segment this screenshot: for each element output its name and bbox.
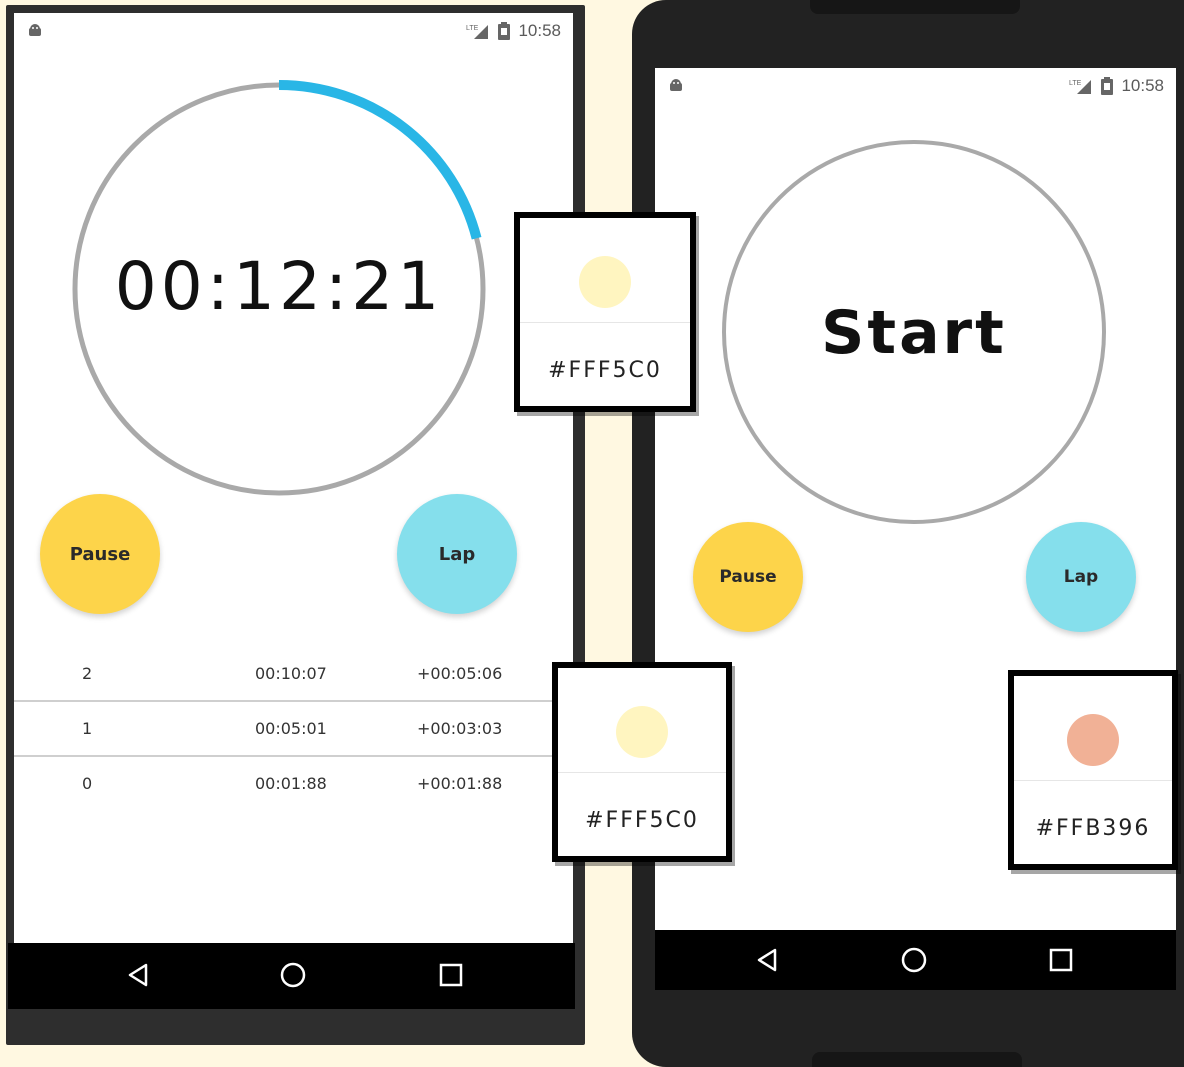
swatch-color-dot [579, 256, 631, 308]
lap-split: +00:01:88 [417, 774, 503, 793]
timer-progress-arc [278, 80, 482, 240]
lap-button[interactable]: Lap [397, 494, 517, 614]
pause-button[interactable]: Pause [40, 494, 160, 614]
status-time: 10:58 [518, 21, 561, 40]
lap-list: 2 00:10:07 +00:05:06 1 00:05:01 +00:03:0… [14, 646, 573, 816]
recents-icon[interactable] [438, 961, 464, 989]
back-icon[interactable] [755, 946, 779, 974]
status-bar: LTE 10:58 [655, 68, 1176, 108]
lap-time: 00:05:01 [255, 719, 327, 738]
svg-text:LTE: LTE [466, 25, 479, 32]
timer-display: 00:12:21 [114, 248, 444, 325]
lap-button[interactable]: Lap [1026, 522, 1136, 632]
lap-split: +00:03:03 [417, 719, 503, 738]
lap-split: +00:05:06 [417, 664, 503, 683]
color-swatch-callout: #FFF5C0 [514, 212, 696, 412]
phone-speaker [810, 0, 1020, 14]
swatch-divider [520, 322, 690, 323]
pause-button[interactable]: Pause [693, 522, 803, 632]
lap-time: 00:01:88 [255, 774, 327, 793]
swatch-divider [1014, 780, 1172, 781]
color-swatch-callout: #FFF5C0 [552, 662, 732, 862]
color-swatch-callout: #FFB396 [1008, 670, 1178, 870]
swatch-color-dot [616, 706, 668, 758]
swatch-hex-label: #FFF5C0 [585, 808, 699, 833]
android-icon [29, 24, 41, 36]
android-icon [670, 79, 682, 91]
battery-icon [1101, 77, 1114, 95]
lap-number: 0 [82, 774, 93, 793]
phone-speaker [812, 1052, 1022, 1067]
recents-icon[interactable] [1048, 946, 1074, 974]
lap-row: 1 00:05:01 +00:03:03 [14, 701, 573, 755]
lte-signal-icon: LTE [466, 25, 489, 39]
lte-signal-icon: LTE [1069, 80, 1092, 94]
lap-number: 1 [82, 719, 93, 738]
navigation-bar [655, 930, 1176, 990]
swatch-hex-label: #FFB396 [1035, 816, 1151, 841]
start-button[interactable]: Start [720, 298, 1108, 368]
home-icon[interactable] [900, 946, 928, 974]
swatch-hex-label: #FFF5C0 [548, 358, 662, 383]
lap-row: 0 00:01:88 +00:01:88 [14, 756, 573, 810]
navigation-bar [8, 943, 575, 1009]
battery-icon [498, 22, 511, 40]
home-icon[interactable] [279, 961, 307, 989]
status-bar: LTE 10:58 [14, 13, 573, 53]
swatch-divider [558, 772, 726, 773]
lap-time: 00:10:07 [255, 664, 327, 683]
lap-row: 2 00:10:07 +00:05:06 [14, 646, 573, 700]
status-time: 10:58 [1121, 76, 1164, 95]
swatch-color-dot [1067, 714, 1119, 766]
svg-text:LTE: LTE [1069, 80, 1082, 87]
back-icon[interactable] [126, 961, 150, 989]
lap-number: 2 [82, 664, 93, 683]
